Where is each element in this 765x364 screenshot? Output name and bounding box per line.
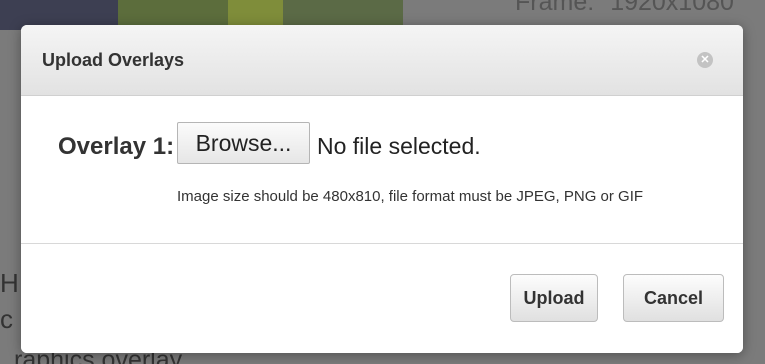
cancel-button[interactable]: Cancel bbox=[623, 274, 724, 322]
frame-value: 1920x1080 bbox=[610, 0, 734, 16]
file-status-text: No file selected. bbox=[317, 133, 481, 159]
frame-label: Frame: bbox=[515, 0, 595, 16]
dialog-body: Overlay 1: Browse... No file selected. I… bbox=[21, 96, 743, 243]
close-icon[interactable]: ✕ bbox=[697, 52, 713, 68]
dialog-header: Upload Overlays ✕ bbox=[21, 25, 743, 96]
background-heading-fragment: H bbox=[0, 268, 19, 298]
file-requirements-hint: Image size should be 480x810, file forma… bbox=[177, 188, 644, 205]
dialog-title: Upload Overlays bbox=[42, 50, 185, 70]
frame-info: Frame: 1920x1080 bbox=[515, 0, 734, 17]
overlay-1-label: Overlay 1: bbox=[58, 133, 175, 160]
background-text-fragment: c bbox=[0, 304, 13, 334]
browse-button[interactable]: Browse... bbox=[177, 122, 310, 164]
dialog-footer: Upload Cancel bbox=[21, 244, 743, 353]
upload-overlays-dialog: Upload Overlays ✕ Overlay 1: Browse... N… bbox=[21, 25, 743, 353]
upload-button[interactable]: Upload bbox=[510, 274, 598, 322]
